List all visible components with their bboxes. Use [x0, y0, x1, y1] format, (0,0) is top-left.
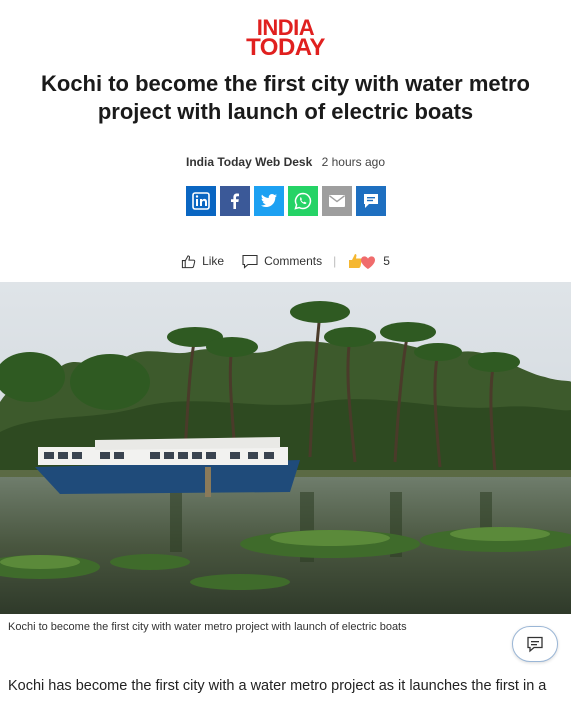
share-email-button[interactable] [322, 186, 352, 216]
backwater-boat-photo [0, 282, 571, 614]
brand-logo-line2: TODAY [246, 34, 325, 61]
comments-button[interactable]: Comments [242, 254, 322, 269]
reaction-count: 5 [383, 254, 390, 268]
comment-icon [242, 254, 258, 269]
byline: India Today Web Desk 2 hours ago [0, 155, 571, 169]
share-bar [186, 186, 386, 216]
article-headline: Kochi to become the first city with wate… [41, 71, 530, 124]
brand-logo[interactable]: INDIA TODAY [0, 17, 571, 61]
like-button[interactable]: Like [181, 254, 224, 269]
reactions-bar: Like Comments | 5 [0, 252, 571, 270]
article-photo [0, 282, 571, 614]
share-message-button[interactable] [356, 186, 386, 216]
thumbs-up-icon [181, 254, 196, 268]
facebook-icon [231, 193, 239, 209]
share-facebook-button[interactable] [220, 186, 250, 216]
like-label: Like [202, 254, 225, 268]
reaction-summary[interactable]: 5 [347, 252, 390, 270]
timestamp: 2 hours ago [321, 155, 385, 169]
reaction-emoji-icon [349, 254, 376, 269]
mail-icon [329, 195, 345, 207]
comments-label: Comments [264, 254, 323, 268]
photo-caption: Kochi to become the first city with wate… [8, 621, 407, 633]
divider: | [333, 254, 337, 268]
message-icon [364, 194, 378, 208]
share-whatsapp-button[interactable] [288, 186, 318, 216]
chat-button[interactable] [512, 626, 558, 662]
linkedin-icon [192, 192, 210, 210]
chat-bubble-icon [527, 636, 543, 652]
twitter-icon [261, 194, 277, 207]
share-linkedin-button[interactable] [186, 186, 216, 216]
author-name[interactable]: India Today Web Desk [186, 155, 312, 169]
whatsapp-icon [294, 192, 312, 210]
article-body-paragraph: Kochi has become the first city with a w… [8, 678, 547, 694]
share-twitter-button[interactable] [254, 186, 284, 216]
